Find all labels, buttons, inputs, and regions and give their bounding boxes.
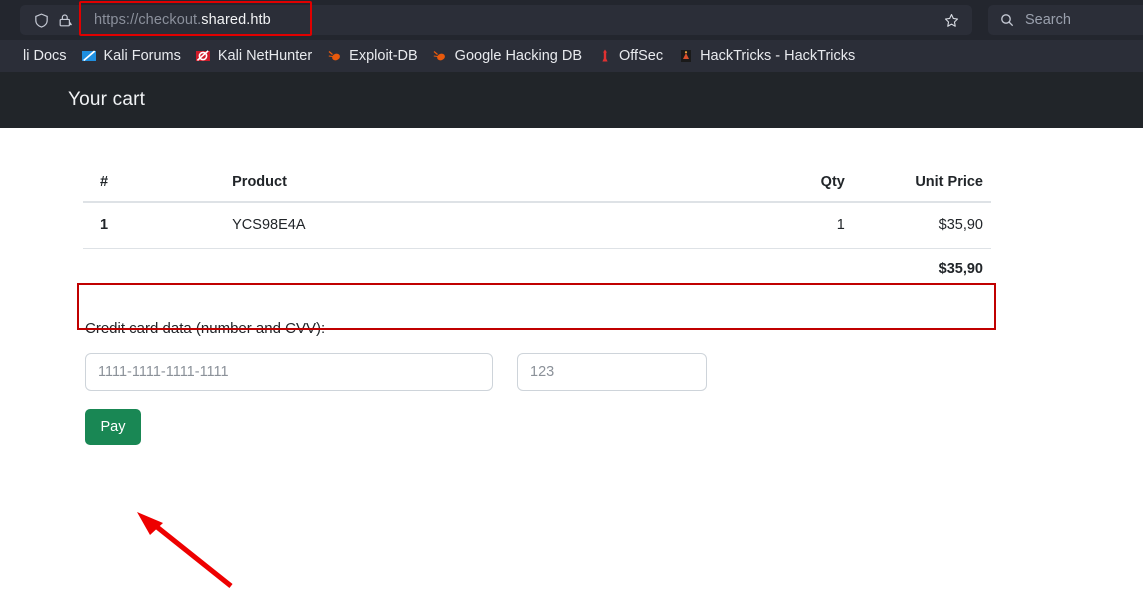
cvv-input[interactable] (517, 353, 707, 391)
search-placeholder: Search (1025, 12, 1071, 28)
cart-table-body: 1 YCS98E4A 1 $35,90 $35,90 (83, 202, 991, 292)
payment-form: Credit card data (number and CVV): Pay (85, 320, 1143, 445)
bookmark-google-hacking-db[interactable]: Google Hacking DB (425, 44, 589, 68)
page-content: Your cart # Product Qty Unit Price 1 YCS… (0, 72, 1143, 596)
payment-inputs-row (85, 353, 1143, 391)
cell-row-number: 1 (83, 202, 233, 249)
table-row: 1 YCS98E4A 1 $35,90 (83, 202, 991, 249)
bookmark-offsec[interactable]: OffSec (589, 44, 670, 68)
main-content: # Product Qty Unit Price 1 YCS98E4A 1 $3… (0, 128, 1143, 445)
column-header-unit-price: Unit Price (844, 174, 991, 203)
cell-product: YCS98E4A (232, 202, 704, 249)
total-spacer-3 (704, 249, 845, 293)
bookmark-exploit-db[interactable]: Exploit-DB (319, 44, 425, 68)
column-header-product: Product (232, 174, 704, 203)
bookmark-kali-forums[interactable]: Kali Forums (74, 44, 188, 68)
bookmark-label: li Docs (23, 48, 67, 64)
cart-table: # Product Qty Unit Price 1 YCS98E4A 1 $3… (83, 174, 991, 292)
bookmark-label: Kali Forums (103, 48, 181, 64)
cell-qty: 1 (703, 202, 845, 249)
bookmark-label: Google Hacking DB (454, 48, 583, 64)
kali-forums-icon (81, 48, 98, 65)
url-host: shared.htb (201, 12, 271, 28)
site-header: Your cart (0, 72, 1143, 128)
offsec-icon (596, 48, 613, 65)
bookmark-kali-nethunter[interactable]: Kali NetHunter (188, 44, 319, 68)
kali-nethunter-icon (195, 48, 212, 65)
bookmark-label: Kali NetHunter (217, 48, 313, 64)
credit-card-number-input[interactable] (85, 353, 493, 391)
column-header-number: # (83, 174, 233, 203)
pay-button[interactable]: Pay (85, 409, 141, 445)
shield-icon[interactable] (32, 11, 50, 29)
cart-total-row: $35,90 (83, 249, 991, 293)
column-header-qty: Qty (703, 174, 845, 203)
bookmark-label: OffSec (619, 48, 664, 64)
bookmark-label: HackTricks - HackTricks (700, 48, 856, 64)
star-icon[interactable] (938, 7, 964, 33)
url-prefix: https://checkout. (94, 12, 202, 28)
table-header-row: # Product Qty Unit Price (83, 174, 991, 203)
bookmark-hacktricks[interactable]: HackTricks - HackTricks (670, 44, 862, 68)
total-spacer-1 (83, 249, 232, 293)
cart-total-amount: $35,90 (938, 261, 983, 277)
browser-search-box[interactable]: Search (988, 5, 1143, 35)
credit-card-label: Credit card data (number and CVV): (85, 320, 326, 337)
bookmark-label: Exploit-DB (349, 48, 418, 64)
bookmarks-bar: li Docs Kali Forums Kali NetHunter Explo… (0, 40, 1143, 72)
bookmark-kali-docs[interactable]: li Docs (0, 44, 74, 68)
hacktricks-icon (677, 48, 694, 65)
cart-table-head: # Product Qty Unit Price (83, 174, 991, 203)
browser-chrome: https://checkout.shared.htb Search li Do… (0, 0, 1143, 72)
url-text[interactable]: https://checkout.shared.htb (80, 12, 934, 28)
exploit-db-icon (326, 48, 343, 65)
address-bar[interactable]: https://checkout.shared.htb (20, 5, 972, 35)
search-icon (998, 11, 1016, 29)
cell-unit-price: $35,90 (844, 202, 991, 249)
lock-warning-icon[interactable] (56, 11, 74, 29)
kali-docs-icon (0, 48, 17, 65)
google-hacking-db-icon (432, 48, 449, 65)
browser-navigation-bar: https://checkout.shared.htb Search (0, 0, 1143, 40)
page-title: Your cart (68, 89, 146, 110)
total-spacer-2 (232, 249, 704, 293)
